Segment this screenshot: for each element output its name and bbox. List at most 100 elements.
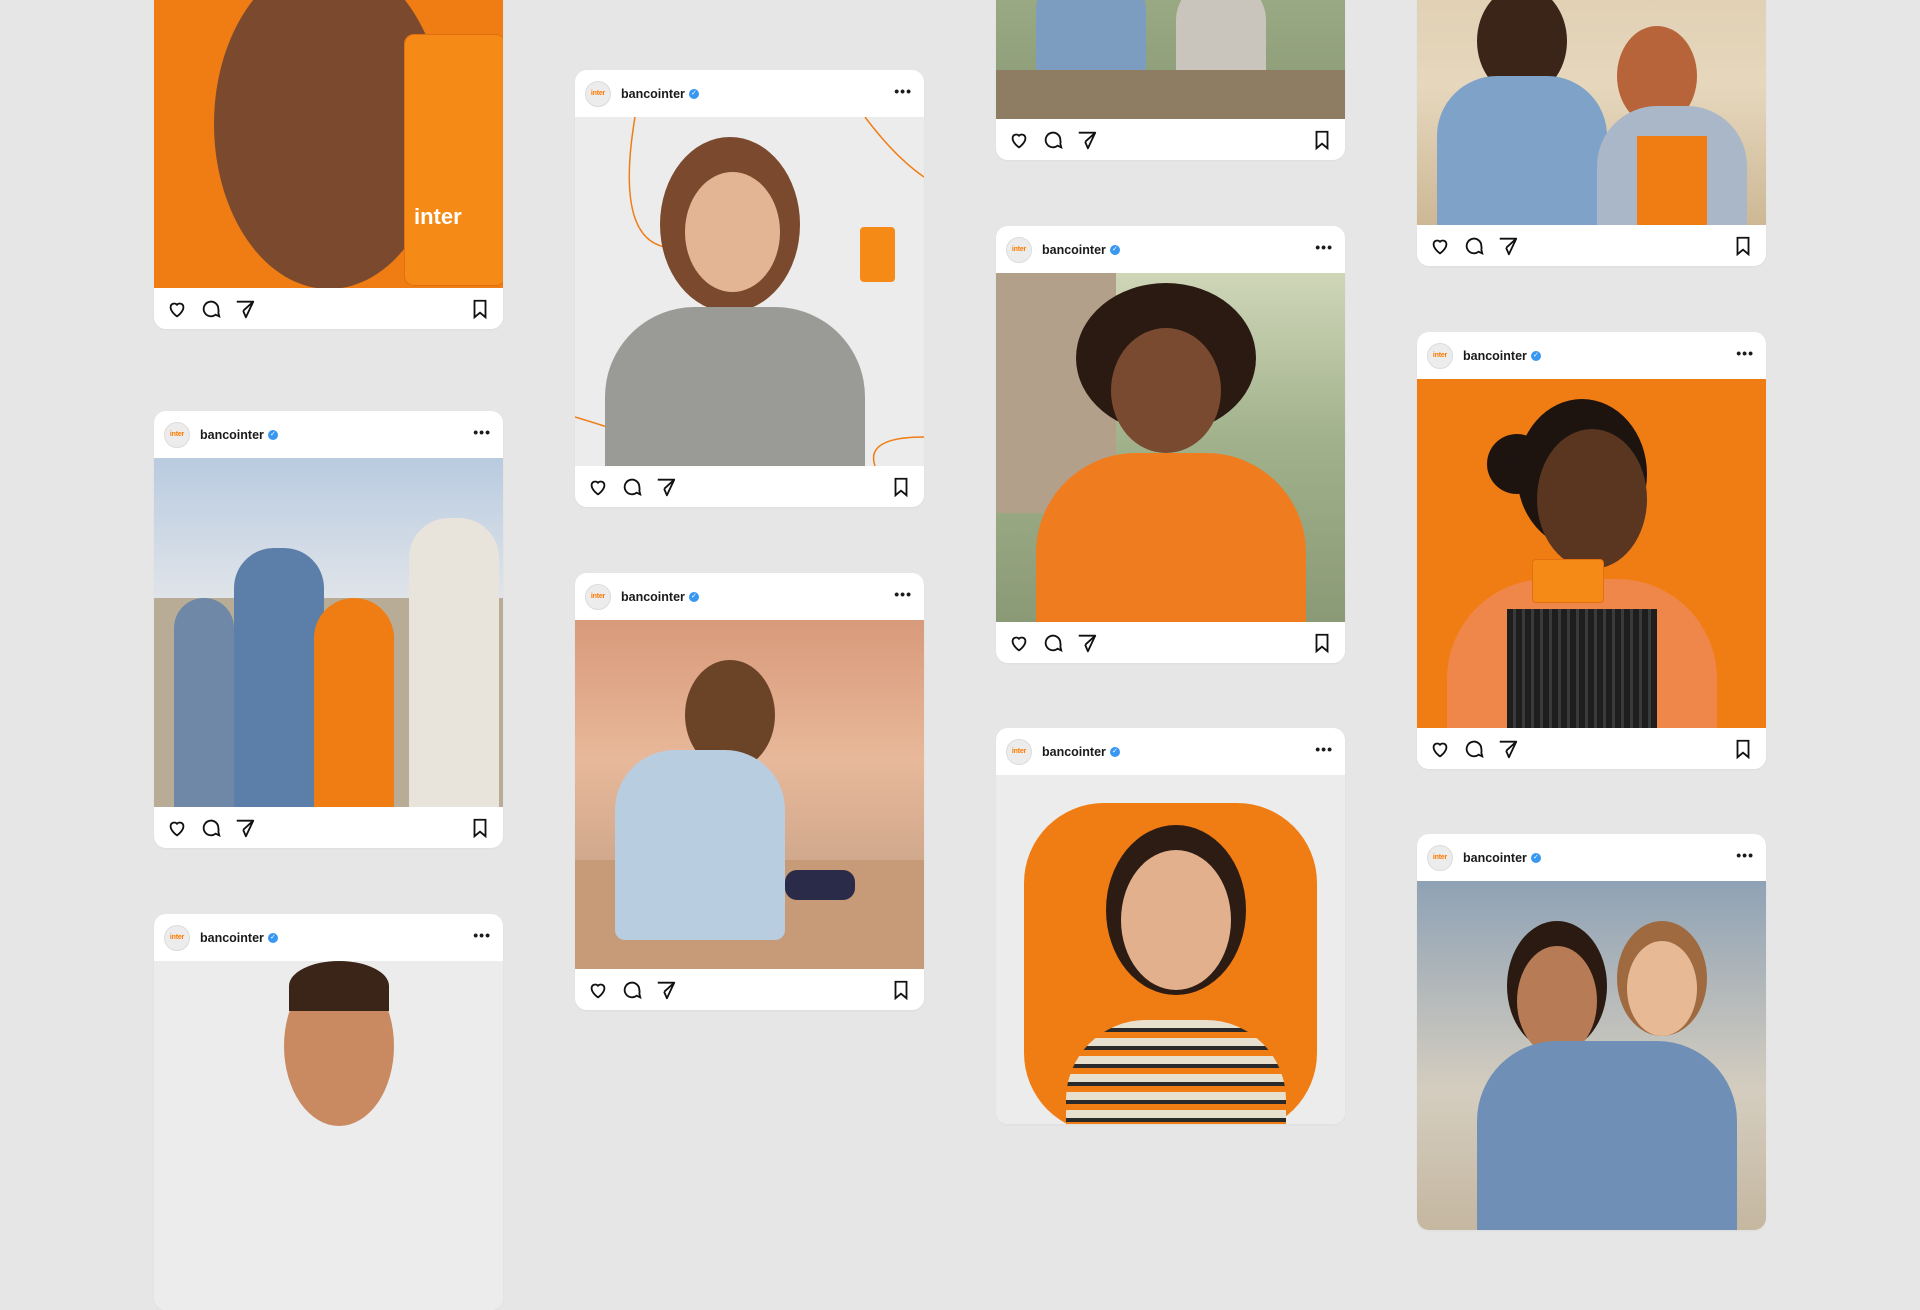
comment-icon[interactable] [1463, 738, 1485, 760]
post-header: inter bancointer ✓ ••• [575, 573, 924, 620]
post-image[interactable] [996, 0, 1345, 119]
post-actions [154, 288, 503, 329]
more-options-icon[interactable]: ••• [473, 425, 491, 443]
heart-icon[interactable] [1429, 235, 1451, 257]
post-header: inter bancointer ✓ ••• [1417, 332, 1766, 379]
avatar[interactable]: inter [1427, 342, 1453, 369]
post-image[interactable] [1417, 379, 1766, 728]
avatar[interactable]: inter [164, 924, 190, 951]
avatar[interactable]: inter [164, 421, 190, 448]
comment-icon[interactable] [200, 817, 222, 839]
comment-icon[interactable] [1042, 129, 1064, 151]
more-options-icon[interactable]: ••• [473, 928, 491, 946]
bookmark-icon[interactable] [1732, 738, 1754, 760]
verified-icon: ✓ [688, 591, 699, 602]
verified-icon: ✓ [1109, 746, 1120, 757]
bookmark-icon[interactable] [469, 817, 491, 839]
post-image[interactable] [154, 458, 503, 807]
verified-icon: ✓ [688, 88, 699, 99]
comment-icon[interactable] [200, 298, 222, 320]
post-actions [1417, 225, 1766, 266]
post-image[interactable] [575, 117, 924, 466]
comment-icon[interactable] [621, 979, 643, 1001]
post-image[interactable] [996, 273, 1345, 622]
post-header: inter bancointer ✓ ••• [1417, 834, 1766, 881]
post-card: inter bancointer ✓ ••• [996, 728, 1345, 1124]
username[interactable]: bancointer [621, 590, 685, 604]
avatar[interactable]: inter [1006, 738, 1032, 765]
post-card: inter bancointer ✓ ••• [575, 573, 924, 1010]
bookmark-icon[interactable] [1311, 129, 1333, 151]
more-options-icon[interactable]: ••• [894, 587, 912, 605]
username[interactable]: bancointer [1042, 745, 1106, 759]
post-header: inter bancointer ✓ ••• [154, 914, 503, 961]
more-options-icon[interactable]: ••• [1736, 848, 1754, 866]
comment-icon[interactable] [621, 476, 643, 498]
comment-icon[interactable] [1463, 235, 1485, 257]
username[interactable]: bancointer [1463, 349, 1527, 363]
card-logo-text: inter [414, 204, 462, 229]
post-card: inter bancointer ✓ ••• [1417, 332, 1766, 769]
post-actions [575, 466, 924, 507]
post-image[interactable]: inter [154, 0, 503, 288]
post-actions [575, 969, 924, 1010]
more-options-icon[interactable]: ••• [1736, 346, 1754, 364]
share-icon[interactable] [1076, 632, 1098, 654]
post-image[interactable] [1417, 881, 1766, 1230]
post-card: inter [154, 0, 503, 329]
username[interactable]: bancointer [1463, 851, 1527, 865]
username[interactable]: bancointer [200, 428, 264, 442]
username[interactable]: bancointer [200, 931, 264, 945]
verified-icon: ✓ [267, 429, 278, 440]
bookmark-icon[interactable] [1311, 632, 1333, 654]
verified-icon: ✓ [1530, 350, 1541, 361]
username[interactable]: bancointer [621, 87, 685, 101]
post-actions [1417, 728, 1766, 769]
post-image[interactable] [996, 775, 1345, 1124]
post-image[interactable] [154, 961, 503, 1310]
bookmark-icon[interactable] [1732, 235, 1754, 257]
share-icon[interactable] [234, 298, 256, 320]
heart-icon[interactable] [166, 817, 188, 839]
share-icon[interactable] [234, 817, 256, 839]
share-icon[interactable] [1497, 738, 1519, 760]
heart-icon[interactable] [1008, 632, 1030, 654]
avatar[interactable]: inter [1006, 236, 1032, 263]
post-card: inter bancointer ✓ ••• [575, 70, 924, 507]
heart-icon[interactable] [1429, 738, 1451, 760]
more-options-icon[interactable]: ••• [894, 84, 912, 102]
bookmark-icon[interactable] [890, 476, 912, 498]
post-actions [996, 622, 1345, 663]
username[interactable]: bancointer [1042, 243, 1106, 257]
heart-icon[interactable] [587, 979, 609, 1001]
post-card: inter bancointer ✓ ••• [154, 914, 503, 1310]
post-card: inter bancointer ✓ ••• [154, 411, 503, 848]
avatar[interactable]: inter [585, 80, 611, 107]
post-actions [996, 119, 1345, 160]
post-image[interactable] [1417, 0, 1766, 225]
share-icon[interactable] [1497, 235, 1519, 257]
post-actions [154, 807, 503, 848]
post-card: inter bancointer ✓ ••• [996, 226, 1345, 663]
heart-icon[interactable] [1008, 129, 1030, 151]
share-icon[interactable] [655, 979, 677, 1001]
post-header: inter bancointer ✓ ••• [575, 70, 924, 117]
comment-icon[interactable] [1042, 632, 1064, 654]
bookmark-icon[interactable] [469, 298, 491, 320]
post-card [996, 0, 1345, 160]
avatar[interactable]: inter [1427, 844, 1453, 871]
share-icon[interactable] [655, 476, 677, 498]
avatar[interactable]: inter [585, 583, 611, 610]
heart-icon[interactable] [166, 298, 188, 320]
post-card: inter bancointer ✓ ••• [1417, 834, 1766, 1230]
more-options-icon[interactable]: ••• [1315, 742, 1333, 760]
post-header: inter bancointer ✓ ••• [996, 728, 1345, 775]
more-options-icon[interactable]: ••• [1315, 240, 1333, 258]
post-header: inter bancointer ✓ ••• [996, 226, 1345, 273]
post-image[interactable] [575, 620, 924, 969]
heart-icon[interactable] [587, 476, 609, 498]
bookmark-icon[interactable] [890, 979, 912, 1001]
verified-icon: ✓ [267, 932, 278, 943]
share-icon[interactable] [1076, 129, 1098, 151]
post-header: inter bancointer ✓ ••• [154, 411, 503, 458]
